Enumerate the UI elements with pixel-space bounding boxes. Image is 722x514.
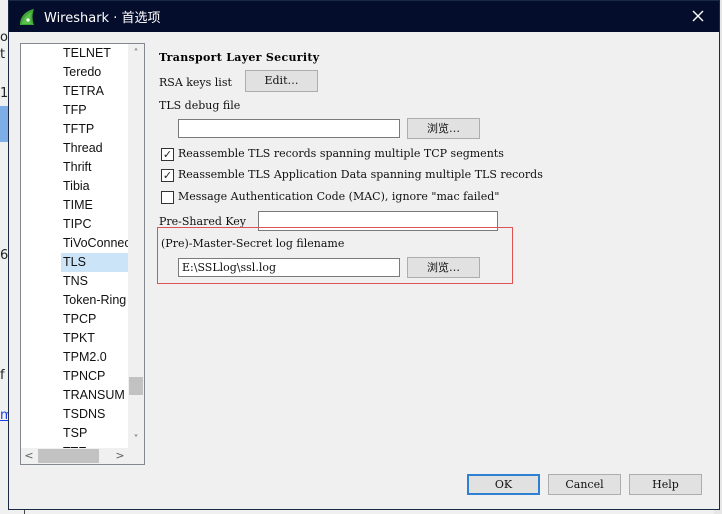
scroll-up-icon[interactable]: ˄ bbox=[128, 46, 144, 62]
tls-debug-browse-button[interactable]: 浏览… bbox=[407, 118, 480, 139]
tree-item[interactable]: Token-Ring bbox=[61, 291, 128, 310]
tree-item[interactable]: Thrift bbox=[61, 158, 128, 177]
tree-item[interactable]: TiVoConnect bbox=[61, 234, 128, 253]
tree-item[interactable]: TELNET bbox=[61, 44, 128, 63]
close-icon bbox=[692, 10, 704, 22]
tree-item[interactable]: TNS bbox=[61, 272, 128, 291]
horizontal-scroll-thumb[interactable] bbox=[38, 449, 99, 463]
tree-item[interactable]: TFP bbox=[61, 101, 128, 120]
scroll-right-icon[interactable]: > bbox=[112, 448, 128, 464]
reassemble-app-data-label: Reassemble TLS Application Data spanning… bbox=[178, 168, 543, 181]
tree-item[interactable]: TFTP bbox=[61, 120, 128, 139]
tree-item[interactable]: TPCP bbox=[61, 310, 128, 329]
scroll-down-icon[interactable]: ˅ bbox=[128, 432, 144, 448]
tls-debug-file-input[interactable] bbox=[178, 119, 400, 138]
background-text: f bbox=[0, 368, 5, 383]
rsa-keys-edit-button[interactable]: Edit… bbox=[245, 70, 318, 92]
section-title: Transport Layer Security bbox=[159, 51, 320, 64]
tree-item[interactable]: TLS bbox=[61, 253, 128, 272]
tree-item[interactable]: Teredo bbox=[61, 63, 128, 82]
tree-item[interactable]: TPM2.0 bbox=[61, 348, 128, 367]
scroll-left-icon[interactable]: < bbox=[21, 448, 37, 464]
vertical-scrollbar[interactable]: ˄ ˅ bbox=[128, 44, 144, 448]
tree-item[interactable]: TIPC bbox=[61, 215, 128, 234]
rsa-keys-label: RSA keys list bbox=[159, 76, 232, 89]
master-secret-log-label: (Pre)-Master-Secret log filename bbox=[161, 237, 345, 250]
tree-item[interactable]: TSDNS bbox=[61, 405, 128, 424]
ignore-mac-failed-label: Message Authentication Code (MAC), ignor… bbox=[178, 190, 500, 203]
vertical-scroll-thumb[interactable] bbox=[129, 377, 143, 395]
reassemble-app-data-checkbox[interactable]: ✓ bbox=[161, 169, 174, 182]
tree-item[interactable]: TETRA bbox=[61, 82, 128, 101]
title-bar: Wireshark · 首选项 bbox=[9, 1, 719, 32]
ignore-mac-failed-checkbox[interactable] bbox=[161, 191, 174, 204]
preferences-dialog: Wireshark · 首选项 TELNET Teredo TETRA TFP TFTP… bbox=[8, 0, 720, 510]
tree-item[interactable]: TRANSUM bbox=[61, 386, 128, 405]
ok-button[interactable]: OK bbox=[467, 474, 540, 495]
window-title: Wireshark · 首选项 bbox=[44, 11, 161, 26]
tree-item[interactable]: Tibia bbox=[61, 177, 128, 196]
tree-item[interactable]: TSP bbox=[61, 424, 128, 443]
cancel-button[interactable]: Cancel bbox=[548, 474, 621, 495]
tree-item[interactable]: TIME bbox=[61, 196, 128, 215]
master-secret-browse-button[interactable]: 浏览… bbox=[407, 257, 480, 278]
tls-settings-panel: Transport Layer Security RSA keys list E… bbox=[157, 41, 709, 301]
tree-item[interactable]: Thread bbox=[61, 139, 128, 158]
reassemble-tcp-label: Reassemble TLS records spanning multiple… bbox=[178, 147, 504, 160]
horizontal-scrollbar[interactable]: < > bbox=[21, 448, 128, 464]
wireshark-logo-icon bbox=[20, 8, 34, 25]
help-button[interactable]: Help bbox=[629, 474, 702, 495]
tree-item[interactable]: TPNCP bbox=[61, 367, 128, 386]
preferences-tree[interactable]: TELNET Teredo TETRA TFP TFTP Thread Thrift Tibi… bbox=[20, 43, 145, 465]
master-secret-log-input[interactable]: E:\SSLlog\ssl.log bbox=[178, 258, 400, 277]
close-button[interactable] bbox=[689, 7, 707, 25]
scrollbar-corner bbox=[128, 448, 144, 464]
tls-debug-file-label: TLS debug file bbox=[159, 99, 241, 112]
tree-item[interactable]: TPKT bbox=[61, 329, 128, 348]
reassemble-tcp-checkbox[interactable]: ✓ bbox=[161, 148, 174, 161]
